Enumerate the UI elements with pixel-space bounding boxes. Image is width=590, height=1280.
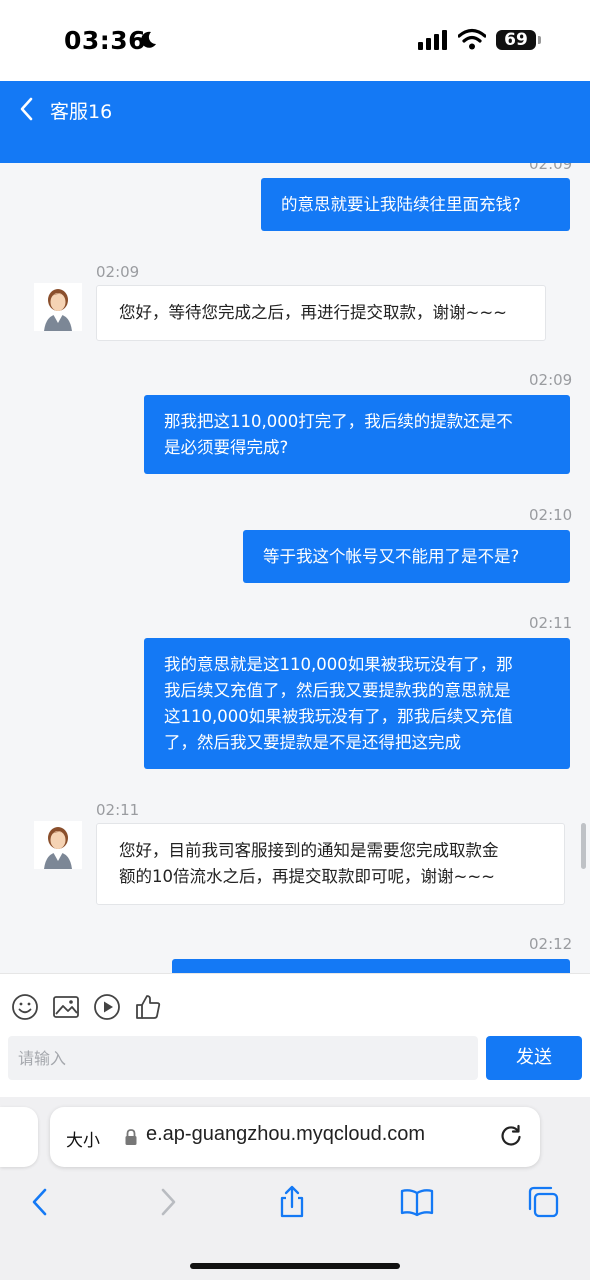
browser-forward-icon[interactable] bbox=[150, 1185, 184, 1219]
message-line: 了，然后我又要提款是不是还得把这完成 bbox=[164, 733, 461, 752]
battery-indicator: 69 bbox=[496, 30, 536, 50]
status-bar: 03:36 69 bbox=[0, 0, 590, 81]
agent-avatar bbox=[34, 821, 82, 869]
message-outgoing[interactable]: 那我把这110,000打完了，我后续的提款还是不 是必须要得完成? bbox=[144, 395, 570, 474]
message-time: 02:09 bbox=[96, 263, 140, 281]
message-line: 额的10倍流水之后，再提交取款即可呢，谢谢~~~ bbox=[119, 867, 495, 886]
message-time: 02:12 bbox=[529, 935, 573, 953]
lock-icon bbox=[125, 1129, 137, 1145]
back-chevron-icon[interactable] bbox=[16, 95, 38, 123]
battery-cap bbox=[538, 36, 541, 44]
wifi-icon bbox=[458, 28, 486, 50]
message-line: 是必须要得完成? bbox=[164, 438, 289, 457]
moon-icon bbox=[141, 31, 156, 48]
message-time: 02:10 bbox=[529, 506, 573, 524]
message-incoming[interactable]: 您好，等待您完成之后，再进行提交取款，谢谢~~~ bbox=[96, 285, 546, 341]
emoji-icon[interactable] bbox=[10, 992, 40, 1022]
clock: 03:36 bbox=[64, 26, 147, 55]
previous-tab-peek[interactable] bbox=[0, 1107, 38, 1167]
message-time: 02:11 bbox=[529, 614, 573, 632]
address-bar[interactable]: 大小 e.ap-guangzhou.myqcloud.com bbox=[50, 1107, 540, 1167]
tabs-icon[interactable] bbox=[526, 1185, 560, 1219]
message-line: 您好，目前我司客服接到的通知是需要您完成取款金 bbox=[119, 841, 499, 860]
chat-header: 客服16 bbox=[0, 81, 590, 163]
image-icon[interactable] bbox=[51, 992, 81, 1022]
page-format-button[interactable]: 大小 bbox=[66, 1126, 100, 1151]
message-outgoing[interactable] bbox=[172, 959, 570, 973]
message-line: 我的意思就是这110,000如果被我玩没有了，那 bbox=[164, 655, 513, 674]
message-line: 那我把这110,000打完了，我后续的提款还是不 bbox=[164, 412, 513, 431]
thumbs-up-icon[interactable] bbox=[133, 992, 163, 1022]
agent-name: 客服16 bbox=[50, 101, 113, 123]
message-outgoing[interactable]: 我的意思就是这110,000如果被我玩没有了，那 我后续又充值了，然后我又要提款… bbox=[144, 638, 570, 769]
share-icon[interactable] bbox=[275, 1185, 309, 1219]
message-outgoing[interactable]: 的意思就要让我陆续往里面充钱? bbox=[261, 178, 570, 231]
agent-avatar bbox=[34, 283, 82, 331]
browser-back-icon[interactable] bbox=[24, 1185, 58, 1219]
message-time: 02:09 bbox=[529, 163, 573, 173]
message-incoming[interactable]: 您好，目前我司客服接到的通知是需要您完成取款金 额的10倍流水之后，再提交取款即… bbox=[96, 823, 565, 905]
message-line: 我后续又充值了，然后我又要提款我的意思就是 bbox=[164, 681, 511, 700]
chat-messages[interactable]: 02:09 的意思就要让我陆续往里面充钱? 02:09 您好，等待您完成之后，再… bbox=[0, 163, 590, 973]
browser-toolbar: 大小 e.ap-guangzhou.myqcloud.com bbox=[0, 1097, 590, 1280]
reload-icon[interactable] bbox=[498, 1123, 524, 1149]
url-text[interactable]: e.ap-guangzhou.myqcloud.com bbox=[146, 1123, 425, 1146]
cellular-signal-icon bbox=[418, 30, 447, 50]
message-outgoing[interactable]: 等于我这个帐号又不能用了是不是? bbox=[243, 530, 570, 583]
bookmarks-icon[interactable] bbox=[400, 1185, 434, 1219]
message-time: 02:11 bbox=[96, 801, 140, 819]
message-line: 这110,000如果被我玩没有了，那我后续又充值 bbox=[164, 707, 513, 726]
chat-scrollbar[interactable] bbox=[581, 823, 586, 869]
video-icon[interactable] bbox=[92, 992, 122, 1022]
message-composer: 发送 bbox=[0, 973, 590, 1097]
home-indicator bbox=[190, 1263, 400, 1269]
send-button[interactable]: 发送 bbox=[486, 1036, 582, 1080]
agent-avatar-icon bbox=[44, 827, 72, 869]
agent-avatar-icon bbox=[44, 289, 72, 331]
message-time: 02:09 bbox=[529, 371, 573, 389]
message-input[interactable] bbox=[8, 1036, 478, 1080]
